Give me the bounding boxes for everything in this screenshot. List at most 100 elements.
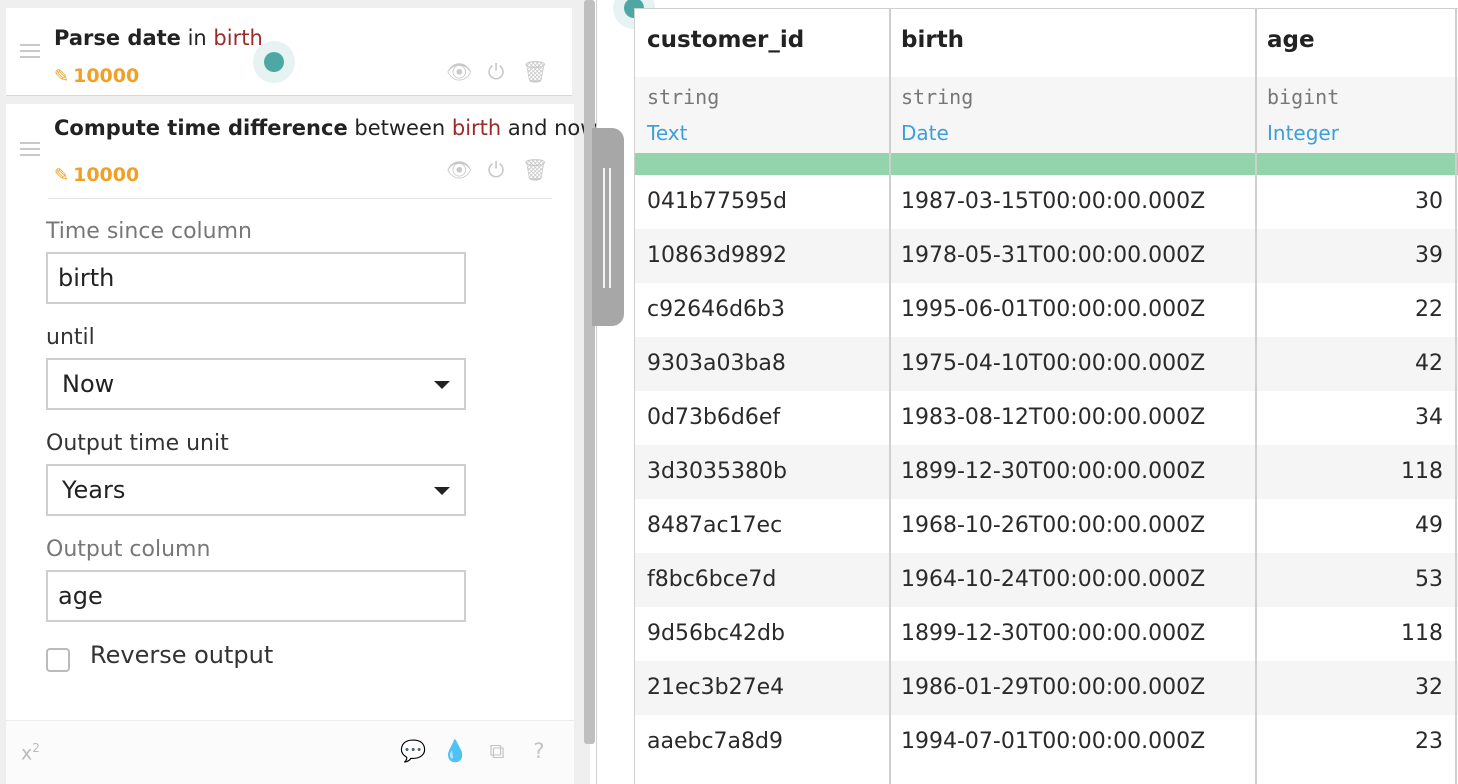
eye-icon[interactable]: 👁 — [446, 158, 473, 183]
cell-customer-id[interactable]: 8487ac17ec — [635, 499, 889, 553]
table-row[interactable]: 9303a03ba8 1975-04-10T00:00:00.000Z 42 — [635, 337, 1458, 391]
caret-down-icon — [434, 381, 450, 389]
cell-birth[interactable]: 1899-12-30T00:00:00.000Z — [889, 607, 1255, 661]
cell-birth[interactable]: 1995-06-01T00:00:00.000Z — [889, 283, 1255, 337]
cell-customer-id[interactable]: 041b77595d — [635, 175, 889, 229]
cell-customer-id[interactable]: aaebc7a8d9 — [635, 715, 889, 769]
output-unit-label: Output time unit — [46, 431, 229, 456]
cell-age[interactable]: 53 — [1255, 553, 1455, 607]
column-storage-type: string — [901, 85, 974, 109]
output-column-input[interactable] — [46, 570, 466, 622]
cell-birth[interactable]: 1986-01-29T00:00:00.000Z — [889, 661, 1255, 715]
column-header-customer-id[interactable]: customer_id string Text — [635, 9, 891, 153]
panel-resize-handle[interactable] — [592, 128, 624, 326]
trash-icon[interactable]: 🗑 — [522, 60, 549, 85]
cell-age[interactable]: 23 — [1255, 715, 1455, 769]
table-row[interactable]: 21ec3b27e4 1986-01-29T00:00:00.000Z 32 — [635, 661, 1458, 715]
cell-birth[interactable]: 1968-10-26T00:00:00.000Z — [889, 499, 1255, 553]
drag-handle-icon[interactable] — [20, 142, 40, 156]
cell-age[interactable]: 49 — [1255, 499, 1455, 553]
table-row[interactable]: aaebc7a8d9 1994-07-01T00:00:00.000Z 23 — [635, 715, 1458, 769]
pencil-icon: ✎ — [54, 165, 70, 186]
step-title: Compute time difference between birth an… — [54, 116, 597, 140]
drag-handle-icon[interactable] — [20, 44, 40, 58]
table-row[interactable]: 10863d9892 1978-05-31T00:00:00.000Z 39 — [635, 229, 1458, 283]
cell-age[interactable]: 39 — [1255, 229, 1455, 283]
column-divider — [1455, 9, 1457, 784]
cell-birth[interactable]: 1983-08-12T00:00:00.000Z — [889, 391, 1255, 445]
color-drop-icon[interactable]: 💧 — [442, 739, 468, 764]
row-count-value: 10000 — [73, 65, 140, 87]
cell-birth[interactable]: 1987-03-15T00:00:00.000Z — [889, 175, 1255, 229]
cell-customer-id[interactable]: 9303a03ba8 — [635, 337, 889, 391]
cell-customer-id[interactable]: 21ec3b27e4 — [635, 661, 889, 715]
cell-customer-id[interactable]: 10863d9892 — [635, 229, 889, 283]
column-name: customer_id — [647, 27, 805, 53]
comment-icon[interactable]: 💬 — [400, 739, 426, 764]
cell-birth[interactable]: 1899-12-30T00:00:00.000Z — [889, 445, 1255, 499]
cell-age[interactable]: 22 — [1255, 283, 1455, 337]
output-column-label: Output column — [46, 537, 211, 562]
row-count-badge: ✎ 10000 — [54, 164, 139, 186]
panel-separator — [596, 0, 597, 784]
step-title-connector: in — [180, 26, 214, 50]
cell-birth[interactable]: 1975-04-10T00:00:00.000Z — [889, 337, 1255, 391]
steps-scrollbar[interactable] — [584, 0, 595, 744]
time-since-label: Time since column — [46, 219, 252, 244]
until-label: until — [46, 325, 95, 350]
column-meaning[interactable]: Date — [901, 121, 949, 145]
cell-customer-id[interactable]: 0d73b6d6ef — [635, 391, 889, 445]
cell-age[interactable]: 118 — [1255, 607, 1455, 661]
column-meaning[interactable]: Text — [647, 121, 687, 145]
step-title-column: birth — [213, 26, 263, 50]
column-quality-bar — [635, 153, 1458, 175]
data-table: customer_id string Text birth string Dat… — [634, 8, 1458, 784]
column-storage-type: string — [647, 85, 720, 109]
row-count-badge: ✎ 10000 — [54, 65, 139, 87]
eye-icon[interactable]: 👁 — [446, 60, 473, 85]
until-select[interactable]: Now — [46, 358, 466, 410]
reverse-output-checkbox[interactable] — [46, 648, 70, 672]
cell-birth[interactable]: 1964-10-24T00:00:00.000Z — [889, 553, 1255, 607]
tour-hotspot-dot[interactable] — [264, 52, 284, 72]
step-title-action: Compute time difference — [54, 116, 348, 140]
cell-customer-id[interactable]: 9d56bc42db — [635, 607, 889, 661]
step-title-suffix: and now — [501, 116, 598, 140]
formula-icon[interactable]: x2 — [21, 741, 40, 764]
cell-age[interactable]: 30 — [1255, 175, 1455, 229]
column-meaning[interactable]: Integer — [1267, 121, 1339, 145]
table-row[interactable]: 9d56bc42db 1899-12-30T00:00:00.000Z 118 — [635, 607, 1458, 661]
table-row[interactable]: 3d3035380b 1899-12-30T00:00:00.000Z 118 — [635, 445, 1458, 499]
column-divider — [1255, 9, 1257, 784]
output-unit-select[interactable]: Years — [46, 464, 466, 516]
cell-age[interactable]: 42 — [1255, 337, 1455, 391]
cell-customer-id[interactable]: 3d3035380b — [635, 445, 889, 499]
cell-age[interactable]: 34 — [1255, 391, 1455, 445]
table-row[interactable]: 8487ac17ec 1968-10-26T00:00:00.000Z 49 — [635, 499, 1458, 553]
output-unit-select-value: Years — [62, 476, 126, 504]
power-icon[interactable]: ⏻ — [484, 60, 508, 85]
cell-birth[interactable]: 1978-05-31T00:00:00.000Z — [889, 229, 1255, 283]
cell-customer-id[interactable]: c92646d6b3 — [635, 283, 889, 337]
table-row[interactable]: 041b77595d 1987-03-15T00:00:00.000Z 30 — [635, 175, 1458, 229]
column-header-birth[interactable]: birth string Date — [889, 9, 1257, 153]
cell-age[interactable]: 118 — [1255, 445, 1455, 499]
table-row[interactable]: c92646d6b3 1995-06-01T00:00:00.000Z 22 — [635, 283, 1458, 337]
table-row[interactable]: 0d73b6d6ef 1983-08-12T00:00:00.000Z 34 — [635, 391, 1458, 445]
cell-birth[interactable]: 1994-07-01T00:00:00.000Z — [889, 715, 1255, 769]
reverse-output-label[interactable]: Reverse output — [90, 641, 273, 669]
table-row[interactable]: f8bc6bce7d 1964-10-24T00:00:00.000Z 53 — [635, 553, 1458, 607]
cell-age[interactable]: 32 — [1255, 661, 1455, 715]
cell-customer-id[interactable]: f8bc6bce7d — [635, 553, 889, 607]
pencil-icon: ✎ — [54, 66, 70, 87]
column-divider — [889, 9, 891, 784]
help-icon[interactable]: ? — [526, 739, 552, 764]
step-actions: 👁 ⏻ 🗑 — [446, 158, 549, 183]
copy-icon[interactable]: ⧉ — [484, 739, 510, 764]
time-since-column-input[interactable] — [46, 252, 466, 304]
power-icon[interactable]: ⏻ — [484, 158, 508, 183]
trash-icon[interactable]: 🗑 — [522, 158, 549, 183]
column-name: age — [1267, 27, 1315, 53]
column-header-age[interactable]: age bigint Integer — [1255, 9, 1458, 153]
step-card-parse-date[interactable]: Parse date in birth ✎ 10000 👁 ⏻ 🗑 — [6, 8, 572, 96]
